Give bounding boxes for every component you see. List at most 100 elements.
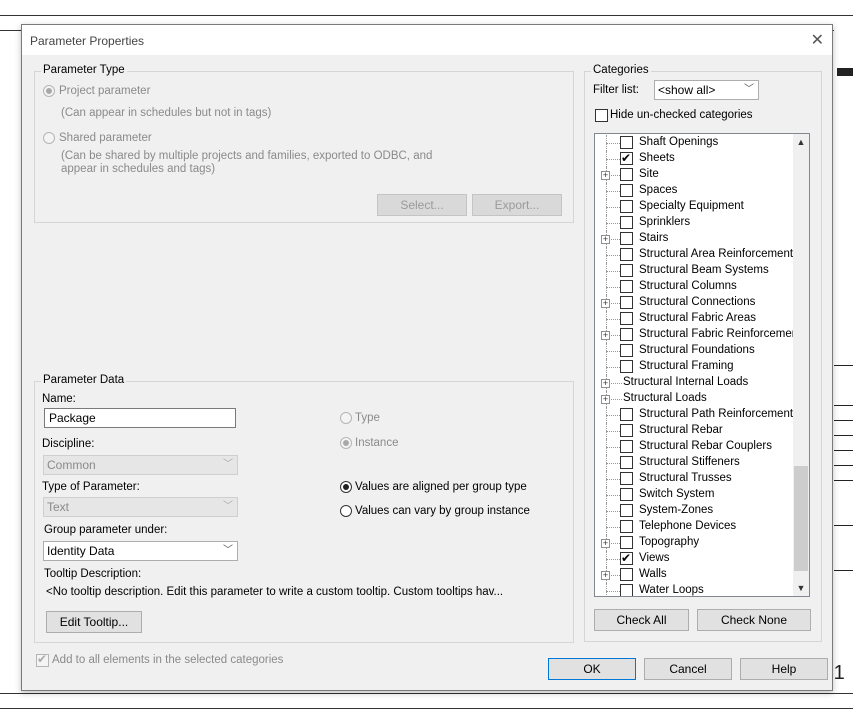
- category-label: Topography: [639, 536, 700, 548]
- type-of-parameter-label: Type of Parameter:: [42, 481, 140, 493]
- ok-button[interactable]: OK: [548, 658, 636, 680]
- category-item[interactable]: Switch System: [595, 487, 795, 503]
- expand-icon[interactable]: +: [601, 571, 610, 580]
- category-label: Walls: [639, 568, 667, 580]
- category-item[interactable]: + Structural Loads: [595, 391, 795, 407]
- help-button[interactable]: Help: [740, 658, 828, 680]
- category-checkbox[interactable]: [620, 424, 633, 437]
- category-item[interactable]: Specialty Equipment: [595, 199, 795, 215]
- category-checkbox[interactable]: [620, 472, 633, 485]
- category-item[interactable]: Structural Columns: [595, 279, 795, 295]
- add-to-all-checkbox[interactable]: ✔: [36, 652, 49, 667]
- category-item[interactable]: Structural Foundations: [595, 343, 795, 359]
- category-item[interactable]: System-Zones: [595, 503, 795, 519]
- category-item[interactable]: Telephone Devices: [595, 519, 795, 535]
- category-checkbox[interactable]: [620, 184, 633, 197]
- category-checkbox[interactable]: [620, 504, 633, 517]
- expand-icon[interactable]: +: [601, 395, 610, 404]
- expand-icon[interactable]: +: [601, 379, 610, 388]
- dialog-title: Parameter Properties: [30, 34, 145, 48]
- filter-list-dropdown[interactable]: <show all> ﹀: [654, 80, 759, 100]
- shared-parameter-radio[interactable]: [43, 132, 55, 144]
- category-checkbox[interactable]: [620, 280, 633, 293]
- project-parameter-description: (Can appear in schedules but not in tags…: [61, 107, 272, 119]
- category-checkbox[interactable]: [620, 344, 633, 357]
- expand-icon[interactable]: +: [601, 299, 610, 308]
- cancel-button[interactable]: Cancel: [644, 658, 732, 680]
- category-item[interactable]: Sprinklers: [595, 215, 795, 231]
- category-checkbox[interactable]: [620, 440, 633, 453]
- group-parameter-dropdown[interactable]: Identity Data ﹀: [43, 541, 238, 561]
- category-checkbox[interactable]: [620, 200, 633, 213]
- category-checkbox[interactable]: [620, 408, 633, 421]
- category-item[interactable]: Structural Framing: [595, 359, 795, 375]
- expand-icon[interactable]: +: [601, 331, 610, 340]
- close-icon[interactable]: ✕: [811, 30, 824, 50]
- scroll-up-icon[interactable]: ▲: [793, 134, 809, 150]
- category-checkbox[interactable]: [620, 168, 633, 181]
- category-checkbox[interactable]: [620, 360, 633, 373]
- category-checkbox[interactable]: [620, 536, 633, 549]
- hide-unchecked-checkbox[interactable]: [595, 109, 608, 122]
- category-item[interactable]: Structural Stiffeners: [595, 455, 795, 471]
- category-checkbox[interactable]: [620, 264, 633, 277]
- category-label: Switch System: [639, 488, 715, 500]
- category-item[interactable]: + Structural Fabric Reinforcement: [595, 327, 801, 343]
- category-item[interactable]: Structural Path Reinforcement: [595, 407, 795, 423]
- name-label: Name:: [42, 393, 76, 405]
- category-item[interactable]: + Site: [595, 167, 795, 183]
- category-item[interactable]: + Structural Internal Loads: [595, 375, 795, 391]
- category-item[interactable]: Structural Fabric Areas: [595, 311, 795, 327]
- tree-scrollbar[interactable]: ▲ ▼: [793, 134, 809, 596]
- category-item[interactable]: Water Loops: [595, 583, 795, 596]
- category-checkbox[interactable]: [620, 584, 633, 596]
- category-checkbox[interactable]: [620, 136, 633, 149]
- instance-radio[interactable]: [340, 437, 352, 449]
- category-checkbox[interactable]: [620, 216, 633, 229]
- scroll-down-icon[interactable]: ▼: [793, 580, 809, 596]
- category-checkbox[interactable]: [620, 456, 633, 469]
- check-none-button[interactable]: Check None: [697, 609, 811, 631]
- category-checkbox[interactable]: [620, 296, 633, 309]
- type-of-parameter-dropdown[interactable]: Text ﹀: [43, 497, 238, 517]
- export-button[interactable]: Export...: [472, 194, 562, 216]
- name-input[interactable]: [44, 408, 236, 428]
- project-parameter-radio[interactable]: [43, 85, 55, 97]
- category-item[interactable]: Structural Beam Systems: [595, 263, 795, 279]
- category-checkbox[interactable]: [620, 312, 633, 325]
- category-checkbox[interactable]: [620, 328, 633, 341]
- category-checkbox[interactable]: [620, 568, 633, 581]
- category-checkbox[interactable]: ✔: [620, 151, 633, 165]
- values-vary-radio[interactable]: [340, 505, 352, 517]
- category-label: Structural Beam Systems: [639, 264, 769, 276]
- values-aligned-radio[interactable]: [340, 481, 352, 493]
- category-item[interactable]: Spaces: [595, 183, 795, 199]
- category-item[interactable]: + Structural Connections: [595, 295, 795, 311]
- category-item[interactable]: Structural Area Reinforcement: [595, 247, 795, 263]
- category-item[interactable]: + Stairs: [595, 231, 795, 247]
- category-item[interactable]: Shaft Openings: [595, 135, 795, 151]
- expand-icon[interactable]: +: [601, 539, 610, 548]
- category-item[interactable]: ✔ Sheets: [595, 151, 795, 167]
- category-item[interactable]: ✔ Views: [595, 551, 795, 567]
- category-item[interactable]: Structural Rebar: [595, 423, 795, 439]
- select-button[interactable]: Select...: [377, 194, 467, 216]
- edit-tooltip-button[interactable]: Edit Tooltip...: [46, 611, 142, 633]
- scroll-thumb[interactable]: [794, 466, 808, 571]
- expand-icon[interactable]: +: [601, 235, 610, 244]
- category-item[interactable]: + Topography: [595, 535, 795, 551]
- type-radio[interactable]: [340, 412, 352, 424]
- category-checkbox[interactable]: [620, 248, 633, 261]
- category-item[interactable]: Structural Rebar Couplers: [595, 439, 795, 455]
- category-item[interactable]: Structural Trusses: [595, 471, 795, 487]
- category-checkbox[interactable]: [620, 232, 633, 245]
- check-all-button[interactable]: Check All: [594, 609, 689, 631]
- categories-tree[interactable]: Shaft Openings ✔ Sheets + Site Spaces Specialt…: [594, 133, 810, 597]
- category-checkbox[interactable]: [620, 488, 633, 501]
- category-label: Structural Stiffeners: [639, 456, 740, 468]
- expand-icon[interactable]: +: [601, 171, 610, 180]
- category-checkbox[interactable]: ✔: [620, 551, 633, 565]
- discipline-dropdown[interactable]: Common ﹀: [43, 455, 238, 475]
- category-item[interactable]: + Walls: [595, 567, 795, 583]
- category-checkbox[interactable]: [620, 520, 633, 533]
